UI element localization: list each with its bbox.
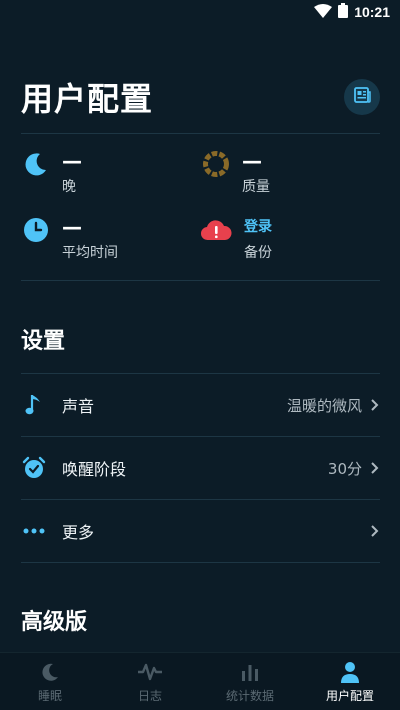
bar-chart-icon <box>240 659 260 685</box>
nav-profile-label: 用户配置 <box>325 689 374 703</box>
quality-ring-icon <box>202 150 230 178</box>
more-row[interactable]: 更多 <box>21 500 380 562</box>
stat-night: — 晚 <box>22 149 82 196</box>
divider <box>21 562 380 563</box>
sound-label: 声音 <box>62 397 95 416</box>
divider <box>21 280 380 281</box>
premium-title: 高级版 <box>21 610 88 635</box>
wifi-icon <box>314 3 333 22</box>
nav-profile[interactable]: 用户配置 <box>300 653 400 710</box>
avg-time-label: 平均时间 <box>62 245 118 261</box>
quality-value: — <box>242 149 262 173</box>
status-bar: 10:21 <box>0 0 400 24</box>
settings-title: 设置 <box>21 329 66 354</box>
nav-statistics-label: 统计数据 <box>225 689 274 703</box>
battery-icon <box>338 2 349 22</box>
moon-icon <box>22 150 50 178</box>
alarm-clock-icon <box>21 455 47 481</box>
night-label: 晚 <box>62 179 76 195</box>
backup-label: 备份 <box>244 245 272 261</box>
chevron-right-icon <box>370 461 380 475</box>
night-value: — <box>62 149 82 173</box>
pulse-icon <box>137 659 163 685</box>
nav-journal-label: 日志 <box>137 689 162 703</box>
backup-login-link[interactable]: 登录 <box>244 216 272 238</box>
more-dots-icon <box>21 518 47 544</box>
news-button[interactable] <box>344 79 380 115</box>
stat-avg-time: — 平均时间 <box>22 216 118 262</box>
sound-row[interactable]: 声音 温暖的微风 <box>21 374 380 436</box>
status-time: 10:21 <box>354 4 390 20</box>
header: 用户配置 <box>21 72 380 122</box>
chevron-right-icon <box>370 524 380 538</box>
quality-label: 质量 <box>242 179 270 195</box>
nav-journal[interactable]: 日志 <box>100 653 200 710</box>
avg-time-value: — <box>62 215 82 239</box>
nav-sleep[interactable]: 睡眠 <box>0 653 100 710</box>
moon-icon <box>40 659 60 685</box>
stat-backup[interactable]: 登录 备份 <box>200 216 272 262</box>
cloud-alert-icon <box>200 216 232 244</box>
page-title: 用户配置 <box>21 80 154 118</box>
stat-quality: — 质量 <box>202 150 270 196</box>
wake-phase-label: 唤醒阶段 <box>62 460 127 479</box>
chevron-right-icon <box>370 398 380 412</box>
bottom-nav: 睡眠 日志 统计数据 用户配置 <box>0 652 400 710</box>
music-note-icon <box>21 392 47 418</box>
wake-phase-row[interactable]: 唤醒阶段 30分 <box>21 437 380 499</box>
nav-statistics[interactable]: 统计数据 <box>200 653 300 710</box>
newspaper-icon <box>353 86 371 108</box>
clock-icon <box>22 216 50 244</box>
user-icon <box>340 659 360 685</box>
divider <box>21 133 380 134</box>
sound-value: 温暖的微风 <box>286 396 362 415</box>
nav-sleep-label: 睡眠 <box>37 689 62 703</box>
more-label: 更多 <box>62 523 95 542</box>
wake-phase-value: 30分 <box>327 459 362 478</box>
